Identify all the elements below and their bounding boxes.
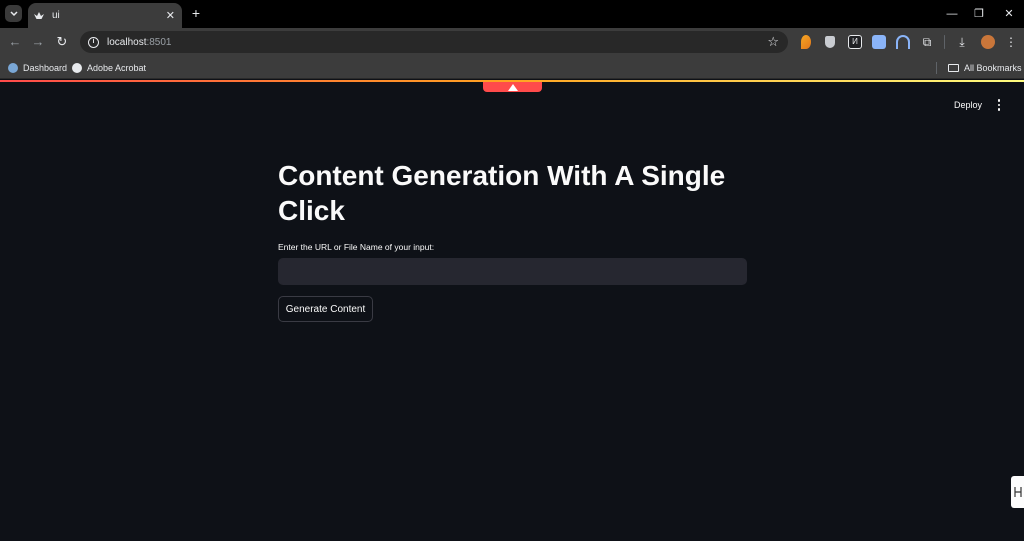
input-label: Enter the URL or File Name of your input… (278, 242, 435, 252)
forward-arrow-icon[interactable]: → (29, 33, 47, 51)
minimize-button[interactable]: — (942, 6, 962, 22)
extension-icon-4[interactable] (872, 35, 886, 49)
generate-content-button[interactable]: Generate Content (278, 296, 373, 322)
bookmark-star-icon[interactable]: ☆ (767, 34, 779, 50)
toolbar-divider (944, 35, 945, 49)
url-port: :8501 (146, 36, 172, 48)
back-arrow-icon[interactable]: ← (6, 33, 24, 51)
extension-icon-3[interactable]: И (848, 35, 862, 49)
chevron-down-icon (9, 10, 18, 16)
bookmarks-bar: Dashboard Adobe Acrobat All Bookmarks (0, 56, 1024, 79)
header-toggle-button[interactable] (483, 82, 542, 92)
avatar[interactable] (981, 35, 995, 49)
streamlit-crown-icon (34, 11, 44, 19)
close-tab-icon[interactable]: ✕ (166, 9, 175, 22)
bookmark-label: Dashboard (23, 62, 68, 73)
extension-icon-5[interactable] (896, 35, 910, 49)
tab-title: ui (52, 10, 60, 21)
streamlit-logo-icon (507, 83, 518, 91)
page-title: Content Generation With A Single Click (278, 160, 726, 226)
shield-extension-icon[interactable] (825, 36, 835, 48)
url-input[interactable] (278, 258, 747, 285)
bookmark-label: Adobe Acrobat (87, 62, 147, 73)
dashboard-icon (8, 62, 18, 73)
folder-icon (948, 63, 959, 72)
side-widget-icon (1013, 487, 1022, 497)
url-host: localhost (107, 36, 147, 48)
bookmark-dashboard[interactable]: Dashboard (8, 60, 67, 75)
reload-icon[interactable]: ↻ (53, 33, 71, 51)
all-bookmarks-label: All Bookmarks (964, 62, 1022, 73)
bookmarks-divider (936, 62, 937, 74)
address-bar[interactable]: i localhost:8501 ☆ (80, 31, 788, 53)
browser-tab-strip: ui ✕ + — ❐ ✕ (0, 0, 1024, 28)
download-icon[interactable]: ⤓ (955, 35, 969, 49)
deploy-button[interactable]: Deploy (947, 96, 989, 114)
main-menu-icon[interactable] (994, 98, 1004, 112)
extensions-puzzle-icon[interactable]: ⧉ (920, 35, 934, 49)
browser-menu-icon[interactable]: ⋮ (1004, 35, 1018, 49)
extension-icon-1[interactable] (801, 35, 811, 49)
bookmark-adobe-acrobat[interactable]: Adobe Acrobat (72, 60, 146, 75)
close-window-button[interactable]: ✕ (999, 6, 1019, 22)
tab-ui[interactable]: ui ✕ (28, 3, 182, 28)
site-info-icon[interactable]: i (88, 36, 99, 48)
new-tab-button[interactable]: + (188, 6, 204, 22)
side-widget-handle[interactable] (1011, 476, 1024, 508)
tab-search-button[interactable] (5, 5, 22, 22)
globe-icon (72, 62, 82, 73)
restore-button[interactable]: ❐ (969, 6, 989, 22)
all-bookmarks[interactable]: All Bookmarks (948, 60, 1022, 75)
